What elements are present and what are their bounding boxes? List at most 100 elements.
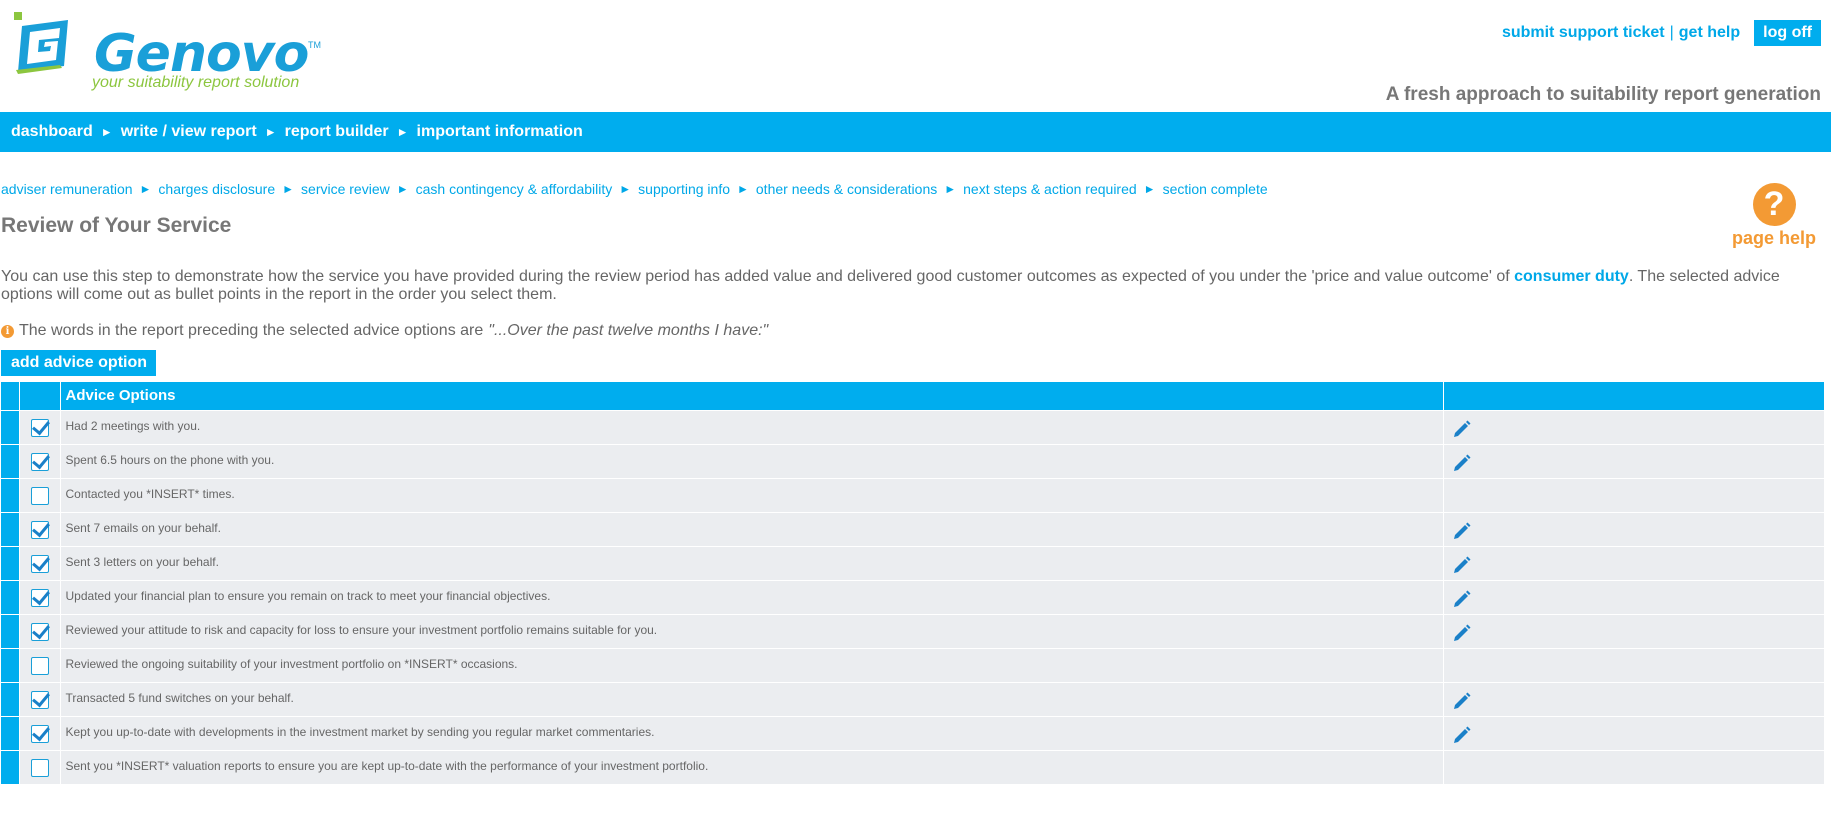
row-select-cell (19, 545, 61, 580)
row-drag-handle[interactable] (1, 545, 20, 580)
step-arrow-icon: ► (619, 182, 632, 196)
row-checkbox[interactable] (30, 418, 49, 437)
table-row: Sent you *INSERT* valuation reports to e… (1, 749, 1825, 784)
step-next-steps[interactable]: next steps & action required (963, 181, 1137, 197)
page-title: Review of Your Service (1, 214, 232, 237)
row-drag-handle[interactable] (1, 715, 20, 750)
row-drag-handle[interactable] (1, 579, 20, 614)
row-checkbox[interactable] (30, 452, 49, 471)
table-row: Spent 6.5 hours on the phone with you. (1, 443, 1825, 478)
row-actions-cell (1443, 545, 1825, 580)
nav-important-information[interactable]: important information (417, 123, 583, 141)
row-drag-handle[interactable] (1, 681, 20, 716)
row-drag-handle[interactable] (1, 511, 20, 546)
row-checkbox[interactable] (30, 758, 49, 777)
table-row: Reviewed the ongoing suitability of your… (1, 647, 1825, 682)
table-row: Sent 7 emails on your behalf. (1, 511, 1825, 546)
row-drag-handle[interactable] (1, 613, 20, 648)
step-section-complete[interactable]: section complete (1163, 181, 1268, 197)
consumer-duty-link[interactable]: consumer duty (1514, 268, 1629, 285)
table-row: Contacted you *INSERT* times. (1, 477, 1825, 512)
table-row: Had 2 meetings with you. (1, 409, 1825, 444)
advice-option-text: Kept you up-to-date with developments in… (60, 715, 1444, 750)
row-actions-cell (1443, 409, 1825, 444)
add-advice-option-button[interactable]: add advice option (1, 350, 157, 376)
row-select-cell (19, 511, 61, 546)
step-adviser-remuneration[interactable]: adviser remuneration (1, 181, 133, 197)
edit-pencil-icon[interactable] (1452, 521, 1472, 544)
row-checkbox[interactable] (30, 690, 49, 709)
page-help-label: page help (1731, 228, 1816, 248)
row-checkbox[interactable] (30, 588, 49, 607)
edit-pencil-icon[interactable] (1452, 555, 1472, 578)
info-icon: i (1, 324, 14, 338)
row-select-cell (19, 681, 61, 716)
row-select-cell (19, 647, 61, 682)
row-select-cell (19, 749, 61, 784)
submit-support-ticket-link[interactable]: submit support ticket (1502, 24, 1665, 42)
row-checkbox[interactable] (30, 520, 49, 539)
slogan: A fresh approach to suitability report g… (1385, 84, 1821, 105)
row-checkbox[interactable] (30, 554, 49, 573)
row-drag-handle[interactable] (1, 443, 20, 478)
note-quote: "...Over the past twelve months I have:" (488, 322, 769, 339)
edit-pencil-icon[interactable] (1452, 419, 1472, 442)
note-text: The words in the report preceding the se… (19, 322, 484, 339)
breadcrumb-arrow-icon: ► (100, 125, 113, 139)
header: Genovo TM your suitability report soluti… (0, 0, 1831, 112)
step-service-review[interactable]: service review (301, 181, 390, 197)
row-select-cell (19, 715, 61, 750)
row-checkbox[interactable] (30, 656, 49, 675)
nav-write-view-report[interactable]: write / view report (121, 123, 257, 141)
genovo-logo[interactable]: Genovo TM your suitability report soluti… (8, 10, 328, 95)
table-row: Transacted 5 fund switches on your behal… (1, 681, 1825, 716)
row-select-cell (19, 579, 61, 614)
logo-text: Genovo (94, 24, 309, 84)
advice-option-text: Sent you *INSERT* valuation reports to e… (60, 749, 1444, 784)
nav-report-builder[interactable]: report builder (285, 123, 389, 141)
trademark-mark: TM (308, 40, 321, 50)
row-actions-cell (1443, 443, 1825, 478)
step-cash-contingency[interactable]: cash contingency & affordability (416, 181, 613, 197)
header-advice-options: Advice Options (60, 382, 1444, 410)
row-checkbox[interactable] (30, 724, 49, 743)
advice-option-text: Transacted 5 fund switches on your behal… (60, 681, 1444, 716)
preceding-words-note: i The words in the report preceding the … (1, 322, 1831, 340)
intro-text: You can use this step to demonstrate how… (1, 268, 1831, 304)
edit-pencil-icon[interactable] (1452, 691, 1472, 714)
advice-option-text: Had 2 meetings with you. (60, 409, 1444, 444)
row-actions-cell (1443, 613, 1825, 648)
row-checkbox[interactable] (30, 486, 49, 505)
step-supporting-info[interactable]: supporting info (638, 181, 730, 197)
row-drag-handle[interactable] (1, 749, 20, 784)
row-drag-handle[interactable] (1, 647, 20, 682)
logo-tagline: your suitability report solution (92, 74, 300, 91)
step-arrow-icon: ► (396, 182, 409, 196)
nav-dashboard[interactable]: dashboard (11, 123, 93, 141)
logo-mark-icon (14, 12, 68, 74)
edit-pencil-icon[interactable] (1452, 623, 1472, 646)
log-off-button[interactable]: log off (1754, 20, 1821, 46)
row-checkbox[interactable] (30, 622, 49, 641)
row-drag-handle[interactable] (1, 409, 20, 444)
page-help-button[interactable]: ? page help (1729, 183, 1819, 249)
step-other-needs[interactable]: other needs & considerations (756, 181, 937, 197)
step-arrow-icon: ► (737, 182, 749, 196)
step-charges-disclosure[interactable]: charges disclosure (158, 181, 275, 197)
row-actions-cell (1443, 477, 1825, 512)
row-drag-handle[interactable] (1, 477, 20, 512)
get-help-link[interactable]: get help (1679, 24, 1740, 42)
main-nav-breadcrumb: dashboard ► write / view report ► report… (0, 112, 1831, 152)
step-arrow-icon: ► (944, 182, 957, 196)
table-row: Kept you up-to-date with developments in… (1, 715, 1825, 750)
advice-option-text: Reviewed the ongoing suitability of your… (60, 647, 1444, 682)
table-row: Updated your financial plan to ensure yo… (1, 579, 1825, 614)
edit-pencil-icon[interactable] (1452, 453, 1472, 476)
step-arrow-icon: ► (282, 182, 295, 196)
table-header-row: Advice Options (1, 382, 1825, 410)
row-select-cell (19, 477, 61, 512)
breadcrumb-arrow-icon: ► (264, 125, 277, 139)
row-actions-cell (1443, 749, 1825, 784)
edit-pencil-icon[interactable] (1452, 725, 1472, 748)
edit-pencil-icon[interactable] (1452, 589, 1472, 612)
